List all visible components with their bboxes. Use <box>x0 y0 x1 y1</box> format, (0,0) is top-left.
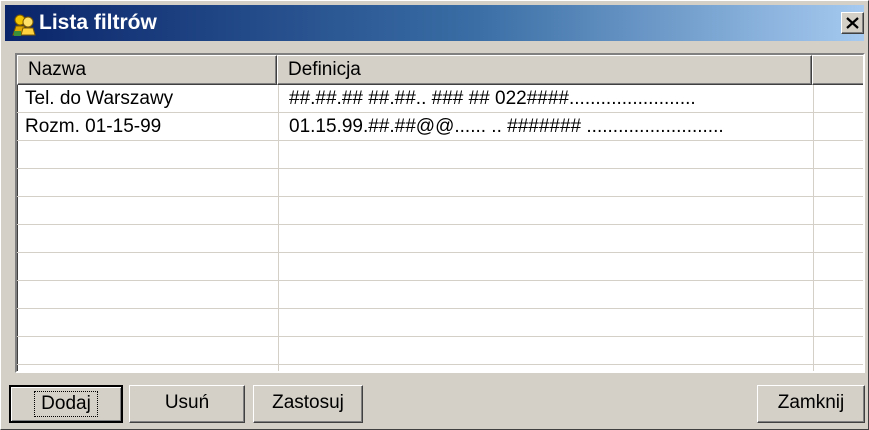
filter-people-icon <box>12 14 36 36</box>
close-window-button[interactable] <box>841 12 864 34</box>
column-header-name[interactable]: Nazwa <box>17 55 277 85</box>
list-header: Nazwa Definicja <box>17 55 863 85</box>
close-button[interactable]: Zamknij <box>757 385 865 423</box>
add-button[interactable]: Dodaj <box>9 385 123 423</box>
empty-row <box>17 169 863 197</box>
column-header-definition[interactable]: Definicja <box>277 55 812 85</box>
empty-row <box>17 197 863 225</box>
empty-row <box>17 281 863 309</box>
empty-row <box>17 225 863 253</box>
table-row[interactable]: Rozm. 01-15-99 01.15.99.##.##@@...... ..… <box>17 113 863 141</box>
row-name: Tel. do Warszawy <box>25 88 174 109</box>
empty-row <box>17 309 863 337</box>
empty-row <box>17 337 863 365</box>
row-definition: ##.##.## ##.##.. ### ## 022####.........… <box>289 88 696 109</box>
empty-row <box>17 141 863 169</box>
add-button-label: Dodaj <box>34 391 98 417</box>
close-icon <box>846 17 859 29</box>
window-title: Lista filtrów <box>39 11 157 34</box>
column-header-empty[interactable] <box>812 55 863 85</box>
filter-list[interactable]: Nazwa Definicja Tel. do Warszawy ##.##.#… <box>15 53 865 373</box>
empty-row <box>17 253 863 281</box>
apply-button[interactable]: Zastosuj <box>253 385 363 423</box>
row-definition: 01.15.99.##.##@@...... .. ####### ......… <box>289 116 724 137</box>
filter-list-dialog: Lista filtrów Nazwa Definicja Tel. do Wa… <box>0 0 869 430</box>
row-name: Rozm. 01-15-99 <box>25 116 162 137</box>
table-row[interactable]: Tel. do Warszawy ##.##.## ##.##.. ### ##… <box>17 85 863 113</box>
title-bar[interactable]: Lista filtrów <box>5 5 864 41</box>
remove-button[interactable]: Usuń <box>129 385 245 423</box>
